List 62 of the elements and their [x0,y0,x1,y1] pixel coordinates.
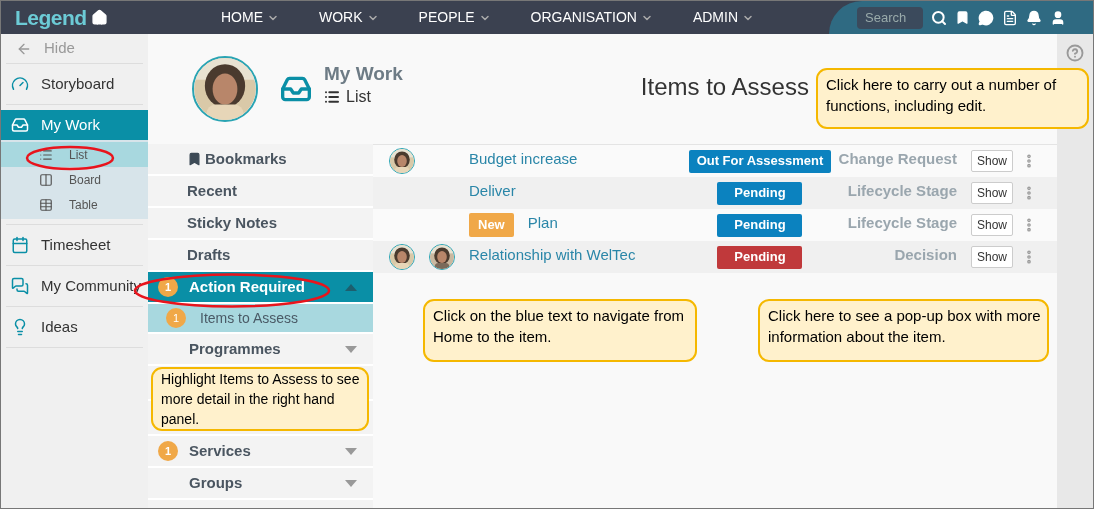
show-button[interactable]: Show [970,214,1013,236]
item-type: Lifecycle Stage [846,212,957,233]
status-badge: Pending [717,213,803,237]
sidebar-item[interactable]: Timesheet [1,230,148,260]
caret-icon [345,345,357,353]
table-icon [39,197,53,212]
list-icon [324,89,340,105]
caret-icon [345,283,357,291]
inbox-icon [11,116,29,134]
item-type: Lifecycle Stage [846,180,957,201]
logo[interactable]: Legend [15,1,87,34]
calendar-icon [11,236,29,254]
sub-item[interactable]: List [1,142,148,167]
item-link[interactable]: Deliver [469,179,516,203]
list-icon [39,147,53,162]
show-button[interactable]: Show [970,150,1013,172]
item-type: Decision [893,244,957,265]
search-field[interactable]: Search [857,6,923,29]
bookmark-icon [187,151,202,167]
nav-group[interactable]: 1 Services [148,436,373,468]
nav-menu[interactable]: ORGANISATION [510,7,673,28]
sidebar-item[interactable]: Storyboard [1,69,148,99]
page-title: My Work [324,63,403,85]
comment-icon[interactable] [978,9,994,26]
nav-item[interactable]: Bookmarks [148,144,373,176]
sub-item[interactable]: Board [1,167,148,192]
sub-item[interactable]: Table [1,192,148,217]
nav-menu[interactable]: PEOPLE [398,7,511,28]
caret-icon [345,479,357,487]
item-type: Change Request [837,148,957,169]
count-badge: 1 [166,308,186,328]
item-link[interactable]: Plan [527,211,558,235]
sidebar-item[interactable]: My Community [1,271,148,301]
document-icon[interactable] [1002,9,1018,26]
columns-icon [39,172,53,187]
panel-title: Items to Assess [640,72,809,102]
status-badge: Pending [717,181,803,205]
count-badge: 1 [158,441,178,461]
item-link[interactable]: Budget increase [469,147,578,171]
gauge-icon [11,75,29,93]
nav-menu[interactable]: WORK [299,7,399,28]
nav-group[interactable]: Groups [148,468,373,500]
sidebar-item[interactable]: Ideas [1,312,148,342]
status-badge: Out For Assessment [688,149,832,173]
bookmark-icon[interactable] [955,10,970,25]
bell-icon[interactable] [1026,9,1042,26]
sidebar-item[interactable]: My Work [1,110,148,140]
caret-icon [345,447,357,455]
status-badge: Pending [717,245,803,269]
nav-menu[interactable]: HOME [201,7,299,28]
user-icon[interactable] [1050,9,1066,26]
nav-menu[interactable]: ADMIN [672,7,775,28]
home-icon[interactable] [90,9,108,26]
view-label: List [346,87,371,107]
show-button[interactable]: Show [970,246,1013,268]
item-link[interactable]: Relationship with WelTec [469,243,636,267]
search-icon[interactable] [931,9,947,26]
show-button[interactable]: Show [970,182,1013,204]
new-tag: New [469,213,514,237]
nav-group[interactable]: 1 Action Required [148,272,373,304]
chat-icon [11,277,29,295]
nav-sub-item[interactable]: 1 Items to Assess [148,304,373,334]
